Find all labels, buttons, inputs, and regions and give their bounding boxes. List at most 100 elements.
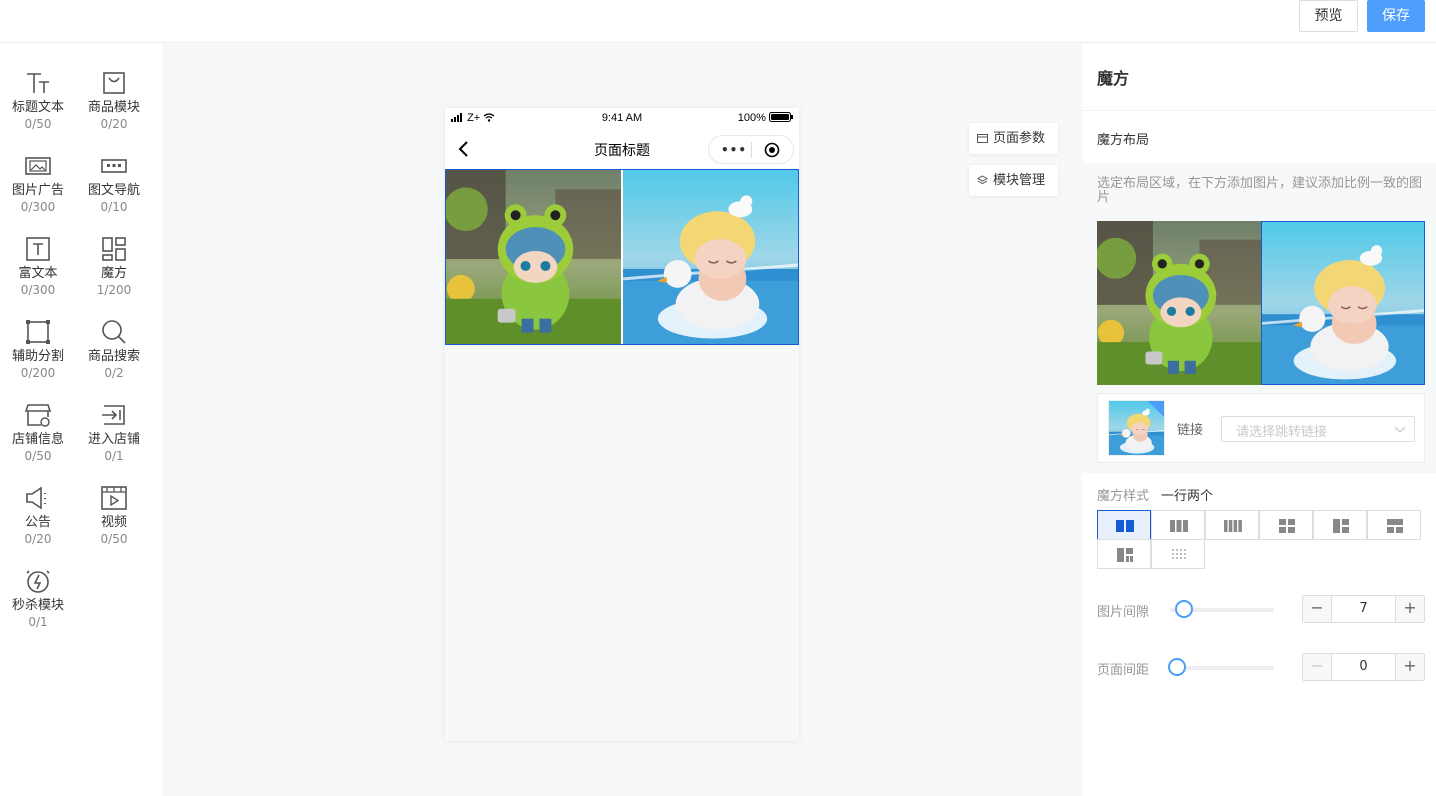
gap-value-input[interactable]: 7	[1331, 596, 1396, 622]
module-manage-button[interactable]: 模块管理	[969, 165, 1058, 196]
component-label: 秒杀模块	[11, 598, 64, 613]
cube-cell-left[interactable]	[446, 170, 621, 344]
phone-navbar: 页面标题 •••	[445, 130, 799, 169]
component-label: 富文本	[18, 266, 58, 281]
image-ad-icon	[24, 152, 52, 180]
component-label: 商品搜索	[87, 349, 140, 364]
component-count: 0/20	[100, 117, 128, 131]
component-count: 0/10	[100, 200, 128, 214]
grid-icon	[1279, 519, 1295, 533]
component-label: 进入店铺	[87, 432, 140, 447]
save-button[interactable]: 保存	[1367, 0, 1425, 32]
style-value: 一行两个	[1161, 489, 1214, 504]
mini-program-capsule: •••	[708, 135, 794, 164]
video-icon	[100, 484, 128, 512]
link-select[interactable]: 请选择跳转链接	[1221, 416, 1415, 442]
page-margin-row: 页面间距 − 0 +	[1097, 653, 1425, 681]
component-label: 魔方	[100, 266, 127, 281]
four-columns-icon	[1224, 520, 1242, 532]
image-nav-icon	[100, 152, 128, 180]
layout-cell-left[interactable]	[1097, 221, 1261, 385]
style-two-per-row[interactable]	[1097, 510, 1151, 540]
component-divider[interactable]: 辅助分割 0/200	[0, 318, 76, 381]
three-columns-icon	[1170, 520, 1188, 532]
component-count: 0/300	[20, 200, 56, 214]
title-text-icon	[24, 69, 52, 97]
style-one-left-two-right[interactable]	[1313, 510, 1367, 540]
layers-icon	[977, 175, 988, 185]
component-rich-text[interactable]: 富文本 0/300	[0, 235, 76, 298]
cube-cell-right[interactable]	[621, 170, 798, 344]
link-placeholder: 请选择跳转链接	[1236, 425, 1328, 440]
mixed-layout-icon	[1117, 548, 1133, 562]
rich-text-icon	[24, 235, 52, 263]
image-gap-row: 图片间隙 − 7 +	[1097, 595, 1425, 623]
search-icon	[100, 318, 128, 346]
style-three-per-row[interactable]	[1151, 510, 1205, 540]
top-bar: 预览 保存	[0, 0, 1436, 43]
gap-increment-button[interactable]: +	[1396, 596, 1424, 622]
component-store-info[interactable]: 店铺信息 0/50	[0, 401, 76, 464]
margin-increment-button[interactable]: +	[1396, 654, 1424, 680]
component-enter-store[interactable]: 进入店铺 0/1	[76, 401, 152, 464]
preview-canvas: Z+ 9:41 AM 100% 页面标题 ••• 页面参数 模块管理	[162, 43, 1082, 796]
component-count: 0/1	[104, 449, 124, 463]
panel-title: 魔方	[1082, 43, 1436, 111]
component-label: 图文导航	[87, 183, 140, 198]
gap-slider-handle[interactable]	[1175, 600, 1194, 618]
cube-icon	[100, 235, 128, 263]
phone-preview: Z+ 9:41 AM 100% 页面标题 •••	[445, 108, 799, 741]
component-title-text[interactable]: 标题文本 0/50	[0, 69, 76, 132]
style-four-per-row[interactable]	[1205, 510, 1259, 540]
style-label: 魔方样式	[1097, 489, 1150, 504]
margin-slider-handle[interactable]	[1168, 658, 1186, 676]
component-label: 店铺信息	[11, 432, 64, 447]
battery-indicator: 100%	[738, 112, 793, 124]
component-count: 0/300	[20, 283, 56, 297]
component-label: 商品模块	[87, 100, 140, 115]
margin-decrement-button[interactable]: −	[1303, 654, 1331, 680]
more-icon[interactable]: •••	[721, 143, 747, 157]
style-custom[interactable]	[1151, 539, 1205, 569]
component-video[interactable]: 视频 0/50	[76, 484, 152, 547]
margin-label: 页面间距	[1097, 663, 1150, 678]
component-count: 0/50	[24, 117, 52, 131]
store-info-icon	[24, 401, 52, 429]
style-one-top-two-bottom[interactable]	[1367, 510, 1421, 540]
component-goods[interactable]: 商品模块 0/20	[76, 69, 152, 132]
flash-sale-icon	[24, 567, 52, 595]
dot-grid-icon	[1172, 549, 1186, 559]
cube-style-row: 魔方样式 一行两个	[1097, 485, 1213, 504]
component-flash-sale[interactable]: 秒杀模块 0/1	[0, 567, 76, 630]
layout-cell-right[interactable]	[1261, 221, 1425, 385]
preview-button[interactable]: 预览	[1299, 0, 1358, 32]
battery-icon	[769, 112, 793, 122]
component-label: 公告	[24, 515, 51, 530]
section-title: 魔方布局	[1097, 133, 1150, 148]
image-thumbnail[interactable]	[1108, 400, 1165, 456]
chevron-down-icon	[1394, 426, 1406, 433]
layout-hint: 选定布局区域，在下方添加图片，建议添加比例一致的图片	[1097, 176, 1423, 205]
component-sidebar: 标题文本 0/50 商品模块 0/20 图片广告 0/300 图文导航 0/10…	[0, 43, 162, 796]
link-label: 链接	[1177, 423, 1204, 438]
margin-value-input[interactable]: 0	[1331, 654, 1396, 680]
image-link-editor: 链接 请选择跳转链接	[1097, 393, 1425, 463]
component-image-nav[interactable]: 图文导航 0/10	[76, 152, 152, 215]
frog-toy-image	[1097, 221, 1261, 385]
component-label: 标题文本	[11, 100, 64, 115]
component-cube[interactable]: 魔方 1/200	[76, 235, 152, 298]
component-count: 0/200	[20, 366, 56, 380]
component-announcement[interactable]: 公告 0/20	[0, 484, 76, 547]
component-count: 1/200	[96, 283, 132, 297]
gap-decrement-button[interactable]: −	[1303, 596, 1331, 622]
component-search[interactable]: 商品搜索 0/2	[76, 318, 152, 381]
style-grid-two-by-two[interactable]	[1259, 510, 1313, 540]
style-one-left-three-right[interactable]	[1097, 539, 1151, 569]
component-image-ad[interactable]: 图片广告 0/300	[0, 152, 76, 215]
component-label: 图片广告	[11, 183, 64, 198]
page-params-button[interactable]: 页面参数	[969, 123, 1058, 154]
shopping-bag-icon	[100, 69, 128, 97]
close-target-icon[interactable]	[764, 142, 780, 158]
cube-module[interactable]	[445, 169, 799, 345]
component-label: 视频	[100, 515, 127, 530]
